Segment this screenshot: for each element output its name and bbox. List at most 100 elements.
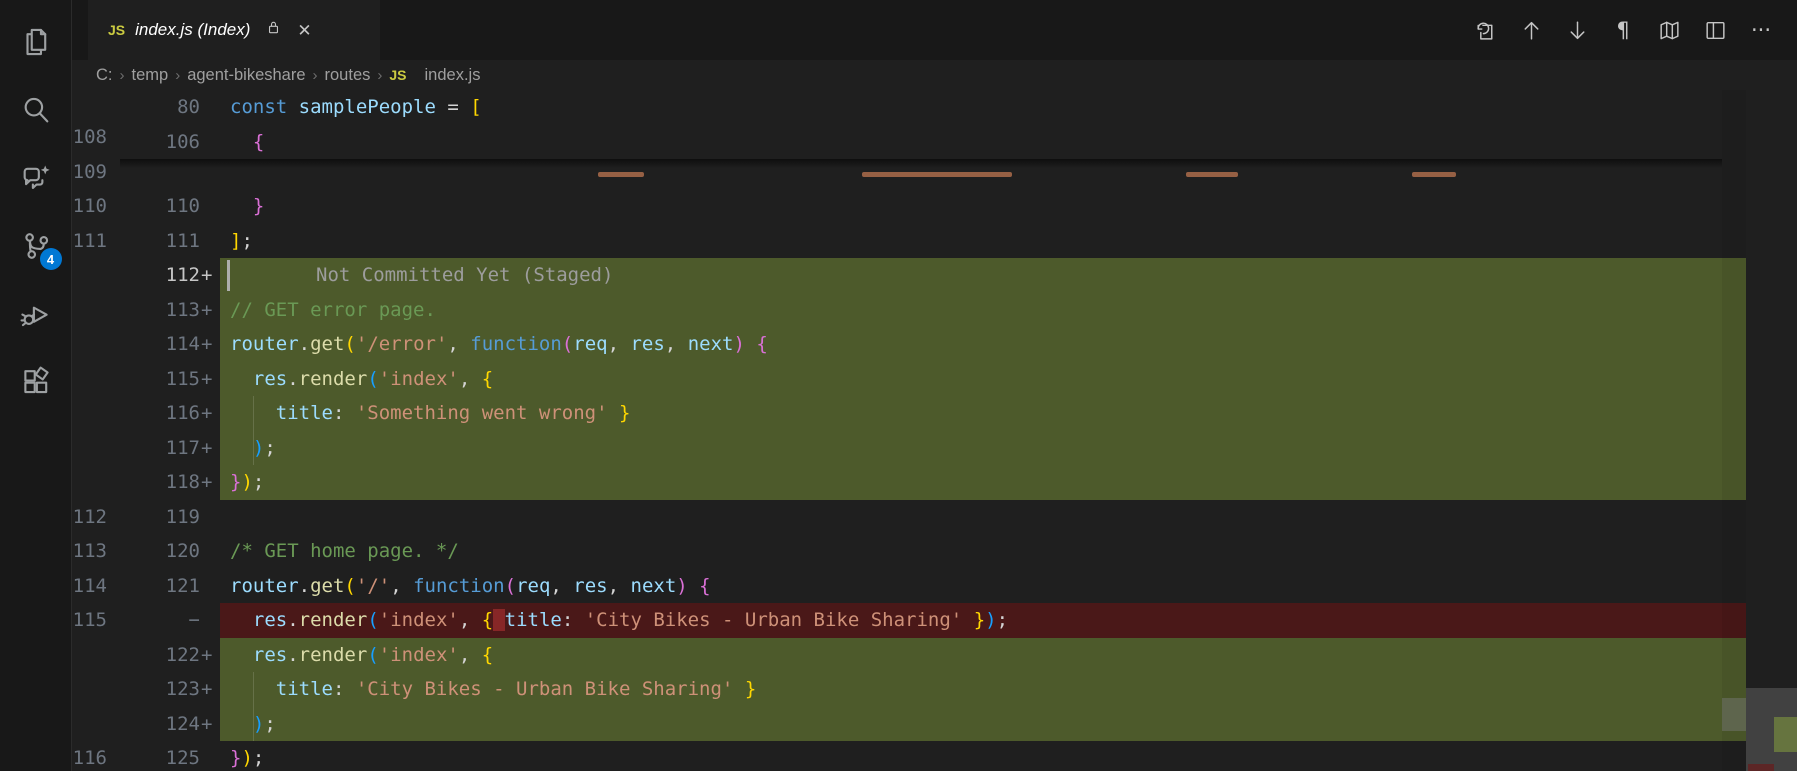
tab-close-icon[interactable]: ✕ — [297, 22, 311, 39]
breadcrumb-item[interactable]: C: — [96, 66, 113, 85]
line-number-old[interactable] — [72, 465, 120, 500]
line-number-new[interactable]: 124 — [120, 707, 200, 742]
explorer-icon[interactable] — [0, 8, 72, 76]
code-line: 110110 } — [72, 189, 1797, 224]
line-number-new[interactable]: 122 — [120, 638, 200, 673]
next-change-icon[interactable] — [1561, 14, 1593, 46]
code-token — [745, 333, 756, 355]
line-number-new[interactable]: 120 — [120, 534, 200, 569]
code-line-content[interactable]: } — [220, 189, 1746, 224]
line-number-old[interactable]: 110 — [72, 189, 120, 224]
code-line-content[interactable]: title: 'City Bikes - Urban Bike Sharing'… — [220, 672, 1746, 707]
code-token: res — [253, 609, 287, 631]
breadcrumb-item[interactable]: temp — [132, 66, 169, 85]
line-number-old[interactable] — [72, 431, 120, 466]
line-number-new[interactable]: 115 — [120, 362, 200, 397]
line-number-new[interactable]: 116 — [120, 396, 200, 431]
code-line-content[interactable]: title: 'Something went wrong' } — [220, 396, 1746, 431]
line-number-old[interactable]: 111 — [72, 224, 120, 259]
breadcrumb-file[interactable]: JSindex.js — [389, 66, 480, 85]
code-token: . — [299, 333, 310, 355]
extensions-icon[interactable] — [0, 348, 72, 416]
code-line-content[interactable] — [220, 500, 1746, 535]
code-token: title — [276, 402, 333, 424]
line-number-old[interactable] — [72, 672, 120, 707]
code-token: { — [482, 609, 493, 631]
line-number-old[interactable] — [72, 293, 120, 328]
line-number-new[interactable]: 125 — [120, 741, 200, 771]
code-line-content[interactable]: router.get('/error', function(req, res, … — [220, 327, 1746, 362]
breadcrumb-item[interactable]: routes — [325, 66, 371, 85]
line-number-new[interactable]: 118 — [120, 465, 200, 500]
line-number-new[interactable]: 121 — [120, 569, 200, 604]
code-line-content[interactable]: ]; — [220, 224, 1746, 259]
render-whitespace-icon[interactable]: ¶ — [1607, 14, 1639, 46]
minimap[interactable] — [1746, 688, 1797, 771]
line-number-new[interactable]: 123 — [120, 672, 200, 707]
line-number-old[interactable]: 114 — [72, 569, 120, 604]
search-icon[interactable] — [0, 76, 72, 144]
tab-bar: JS index.js (Index) ✕ ¶ — [72, 0, 1797, 60]
line-number-new[interactable]: 110 — [120, 189, 200, 224]
line-number-new[interactable]: 80 — [120, 90, 200, 125]
line-number-old[interactable] — [72, 258, 120, 293]
code-line-content[interactable]: // GET error page. — [220, 293, 1746, 328]
code-line-content[interactable]: res.render('index', { — [220, 362, 1746, 397]
run-debug-icon[interactable] — [0, 280, 72, 348]
code-line-content[interactable]: }); — [220, 465, 1746, 500]
line-number-old[interactable] — [72, 327, 120, 362]
open-changes-icon[interactable] — [1469, 14, 1501, 46]
line-number-old[interactable] — [72, 362, 120, 397]
line-number-new[interactable]: 112 — [120, 258, 200, 293]
line-number-new[interactable]: 111 — [120, 224, 200, 259]
map-outline-icon[interactable] — [1653, 14, 1685, 46]
line-number-old[interactable]: 112 — [72, 500, 120, 535]
source-control-badge: 4 — [40, 248, 62, 270]
code-token: /* GET home page. */ — [230, 540, 459, 562]
removed-line-marker[interactable]: − — [120, 603, 200, 638]
code-token: router — [230, 575, 299, 597]
scrollbar-slider[interactable] — [1722, 698, 1746, 731]
line-number-new[interactable]: 117 — [120, 431, 200, 466]
code-line-content[interactable]: }); — [220, 741, 1746, 771]
code-line-content[interactable]: const samplePeople = [ — [220, 90, 1671, 125]
added-line-marker: + — [200, 327, 220, 362]
chat-copilot-icon[interactable] — [0, 144, 72, 212]
line-number-old[interactable] — [72, 638, 120, 673]
code-line-content[interactable]: router.get('/', function(req, res, next)… — [220, 569, 1746, 604]
line-number-new[interactable]: 114 — [120, 327, 200, 362]
vertical-scrollbar[interactable] — [1722, 90, 1746, 771]
added-line-marker — [200, 534, 220, 569]
tab-indexjs[interactable]: JS index.js (Index) ✕ — [88, 0, 380, 60]
code-token: 'City Bikes - Urban Bike Sharing' — [356, 678, 734, 700]
line-number-new[interactable]: 119 — [120, 500, 200, 535]
obscured-text-fragment — [1186, 172, 1238, 177]
code-line-content[interactable]: res.render('index', { — [220, 638, 1746, 673]
code-line-content[interactable]: ); — [220, 707, 1746, 742]
source-control-icon[interactable]: 4 — [0, 212, 72, 280]
code-line-content[interactable]: { — [220, 125, 1671, 160]
line-number-old[interactable]: 109 — [72, 155, 120, 190]
line-number-old[interactable] — [72, 707, 120, 742]
code-line: 114+router.get('/error', function(req, r… — [72, 327, 1797, 362]
split-editor-icon[interactable] — [1699, 14, 1731, 46]
sticky-scroll[interactable]: 80 const samplePeople = [ 106 { — [120, 90, 1722, 159]
code-token: '/' — [356, 575, 390, 597]
code-line-content[interactable]: Not Committed Yet (Staged) — [220, 258, 1746, 293]
line-number-new[interactable]: 113 — [120, 293, 200, 328]
code-line-content[interactable]: ); — [220, 431, 1746, 466]
line-number-old[interactable]: 115 — [72, 603, 120, 638]
line-number-old[interactable]: 108 — [72, 120, 120, 155]
code-line: 116+ title: 'Something went wrong' } — [72, 396, 1797, 431]
indent-guide — [253, 396, 254, 431]
code-line-content[interactable]: res.render('index', { title: 'City Bikes… — [220, 603, 1746, 638]
previous-change-icon[interactable] — [1515, 14, 1547, 46]
code-line-content[interactable]: /* GET home page. */ — [220, 534, 1746, 569]
more-actions-icon[interactable]: ··· — [1745, 14, 1777, 46]
line-number-new[interactable]: 106 — [120, 125, 200, 160]
indent-guide — [253, 707, 254, 742]
line-number-old[interactable]: 116 — [72, 741, 120, 771]
breadcrumb-item[interactable]: agent-bikeshare — [187, 66, 305, 85]
line-number-old[interactable] — [72, 396, 120, 431]
line-number-old[interactable]: 113 — [72, 534, 120, 569]
